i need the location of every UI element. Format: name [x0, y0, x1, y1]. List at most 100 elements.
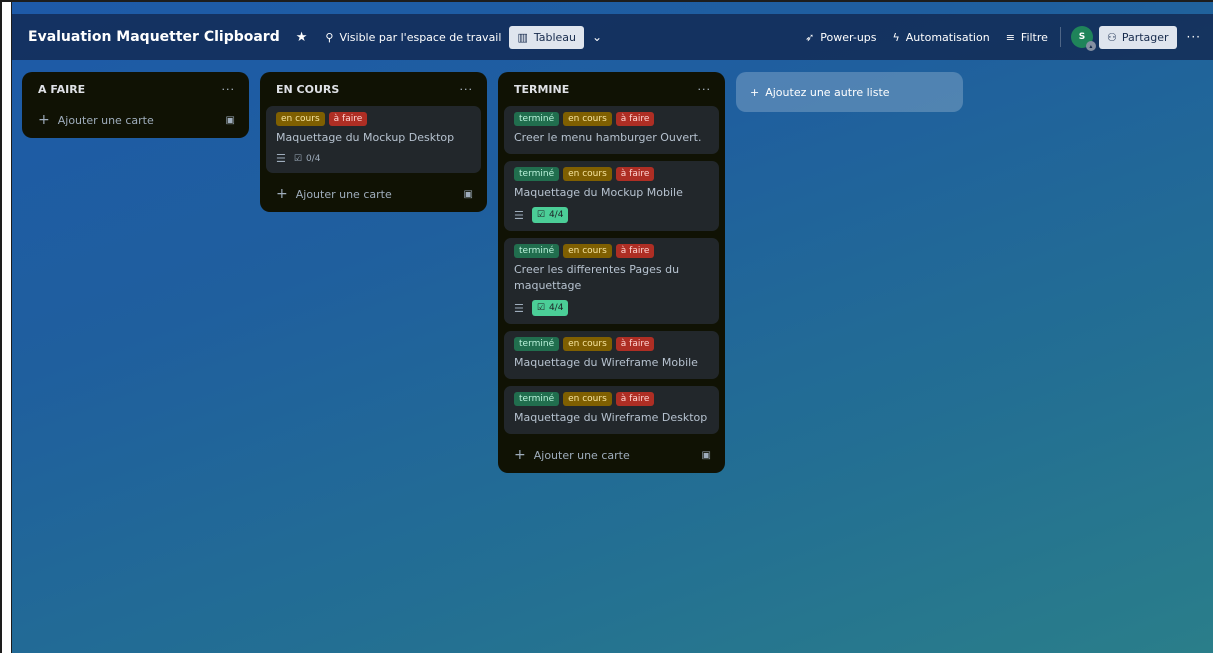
label-en-cours[interactable]: en cours — [276, 112, 325, 126]
add-card-button[interactable]: + Ajouter une carte ▣ — [28, 106, 243, 130]
description-icon: ☰ — [514, 208, 524, 222]
checkbox-icon: ☑ — [293, 153, 302, 164]
left-edge-strip — [2, 2, 12, 653]
checklist-count: 4/4 — [548, 303, 564, 313]
card-labels: terminé en cours à faire — [514, 112, 711, 126]
label-a-faire[interactable]: à faire — [615, 112, 655, 126]
view-label: Tableau — [533, 30, 577, 44]
list-a-faire: A FAIRE ··· + Ajouter une carte ▣ — [22, 72, 249, 138]
filter-button[interactable]: ≡ Filtre — [998, 26, 1056, 49]
powerups-label: Power-ups — [820, 30, 877, 44]
automation-button[interactable]: ϟ Automatisation — [885, 26, 998, 49]
card-title: Creer le menu hamburger Ouvert. — [514, 131, 702, 144]
more-menu-icon[interactable]: ··· — [1177, 30, 1205, 44]
card[interactable]: terminé en cours à faire Maquettage du W… — [504, 386, 719, 434]
list-header: A FAIRE ··· — [28, 80, 243, 106]
card[interactable]: en cours à faire Maquettage du Mockup De… — [266, 106, 481, 173]
checklist-badge: ☑ 0/4 — [294, 154, 321, 164]
rocket-icon: ➶ — [805, 30, 815, 44]
plus-icon: + — [750, 85, 760, 99]
list-title[interactable]: EN COURS — [276, 83, 339, 96]
card-title: Maquettage du Wireframe Desktop — [514, 411, 708, 424]
share-icon: ⚇ — [1106, 30, 1117, 44]
lightning-icon: ϟ — [892, 30, 900, 44]
header-divider — [1059, 27, 1061, 47]
board-header: Evaluation Maquetter Clipboard ★ ⚲ Visib… — [12, 14, 1213, 60]
add-list-button[interactable]: + Ajoutez une autre liste — [736, 72, 963, 112]
label-en-cours[interactable]: en cours — [563, 392, 612, 406]
admin-badge-icon: ▴ — [1085, 41, 1096, 51]
board-canvas: Evaluation Maquetter Clipboard ★ ⚲ Visib… — [0, 0, 1213, 653]
card-labels: terminé en cours à faire — [514, 337, 711, 351]
plus-icon: + — [514, 447, 526, 463]
template-icon[interactable]: ▣ — [702, 450, 711, 461]
add-card-label: Ajouter une carte — [57, 114, 154, 127]
card-labels: terminé en cours à faire — [514, 392, 711, 406]
star-icon[interactable]: ★ — [286, 30, 318, 45]
add-card-button[interactable]: + Ajouter une carte ▣ — [504, 441, 719, 465]
add-card-label: Ajouter une carte — [295, 188, 392, 201]
label-termine[interactable]: terminé — [514, 337, 560, 351]
visibility-button[interactable]: ⚲ Visible par l'espace de travail — [317, 26, 509, 49]
checklist-count: 0/4 — [305, 153, 321, 164]
label-en-cours[interactable]: en cours — [563, 244, 612, 258]
list-title[interactable]: TERMINE — [514, 83, 569, 96]
board-title[interactable]: Evaluation Maquetter Clipboard — [22, 25, 286, 49]
list-menu-icon[interactable]: ··· — [698, 83, 712, 96]
avatar[interactable]: S ▴ — [1070, 26, 1096, 51]
chevron-down-icon[interactable]: ⌄ — [584, 26, 610, 48]
card-badges: ☰ ☑ 4/4 — [514, 300, 711, 316]
add-list-label: Ajoutez une autre liste — [765, 85, 890, 99]
card-labels: en cours à faire — [276, 112, 473, 126]
card-labels: terminé en cours à faire — [514, 244, 711, 258]
checklist-badge-complete: ☑ 4/4 — [531, 207, 569, 223]
description-icon: ☰ — [514, 301, 524, 315]
card[interactable]: terminé en cours à faire Creer le menu h… — [504, 106, 719, 154]
card[interactable]: terminé en cours à faire Maquettage du M… — [504, 161, 719, 231]
card[interactable]: terminé en cours à faire Creer les diffe… — [504, 238, 719, 324]
template-icon[interactable]: ▣ — [226, 115, 235, 126]
people-icon: ⚲ — [325, 30, 334, 44]
template-icon[interactable]: ▣ — [464, 189, 473, 200]
avatar-initial: S — [1078, 32, 1086, 42]
card[interactable]: terminé en cours à faire Maquettage du W… — [504, 331, 719, 379]
label-en-cours[interactable]: en cours — [563, 167, 612, 181]
share-label: Partager — [1121, 30, 1169, 44]
plus-icon: + — [38, 112, 50, 128]
card-title: Maquettage du Mockup Mobile — [514, 186, 683, 199]
label-termine[interactable]: terminé — [514, 112, 560, 126]
label-a-faire[interactable]: à faire — [328, 112, 368, 126]
list-header: EN COURS ··· — [266, 80, 481, 106]
filter-label: Filtre — [1020, 30, 1048, 44]
visibility-label: Visible par l'espace de travail — [339, 30, 502, 44]
add-card-button[interactable]: + Ajouter une carte ▣ — [266, 180, 481, 204]
list-header: TERMINE ··· — [504, 80, 719, 106]
label-termine[interactable]: terminé — [514, 392, 560, 406]
share-button[interactable]: ⚇ Partager — [1098, 25, 1177, 49]
label-en-cours[interactable]: en cours — [563, 337, 612, 351]
card-labels: terminé en cours à faire — [514, 167, 711, 181]
label-a-faire[interactable]: à faire — [615, 392, 655, 406]
label-a-faire[interactable]: à faire — [615, 244, 655, 258]
list-en-cours: EN COURS ··· en cours à faire Maquettage… — [260, 72, 487, 212]
label-termine[interactable]: terminé — [514, 167, 560, 181]
card-title: Maquettage du Wireframe Mobile — [514, 356, 698, 369]
card-title: Maquettage du Mockup Desktop — [276, 131, 455, 144]
description-icon: ☰ — [276, 152, 286, 165]
label-a-faire[interactable]: à faire — [615, 337, 655, 351]
powerups-button[interactable]: ➶ Power-ups — [797, 26, 884, 49]
view-board-tab[interactable]: ▥ Tableau — [509, 25, 585, 49]
filter-icon: ≡ — [1005, 30, 1015, 44]
list-menu-icon[interactable]: ··· — [460, 83, 474, 96]
list-title[interactable]: A FAIRE — [38, 83, 85, 96]
label-termine[interactable]: terminé — [514, 244, 560, 258]
card-title: Creer les differentes Pages du maquettag… — [514, 263, 680, 292]
label-en-cours[interactable]: en cours — [563, 112, 612, 126]
lists-container: A FAIRE ··· + Ajouter une carte ▣ EN COUR… — [22, 72, 963, 473]
card-badges: ☰ ☑ 4/4 — [514, 207, 711, 223]
list-termine: TERMINE ··· terminé en cours à faire Cre… — [498, 72, 725, 473]
list-menu-icon[interactable]: ··· — [222, 83, 236, 96]
card-badges: ☰ ☑ 0/4 — [276, 152, 473, 165]
label-a-faire[interactable]: à faire — [615, 167, 655, 181]
checklist-badge-complete: ☑ 4/4 — [531, 300, 569, 316]
